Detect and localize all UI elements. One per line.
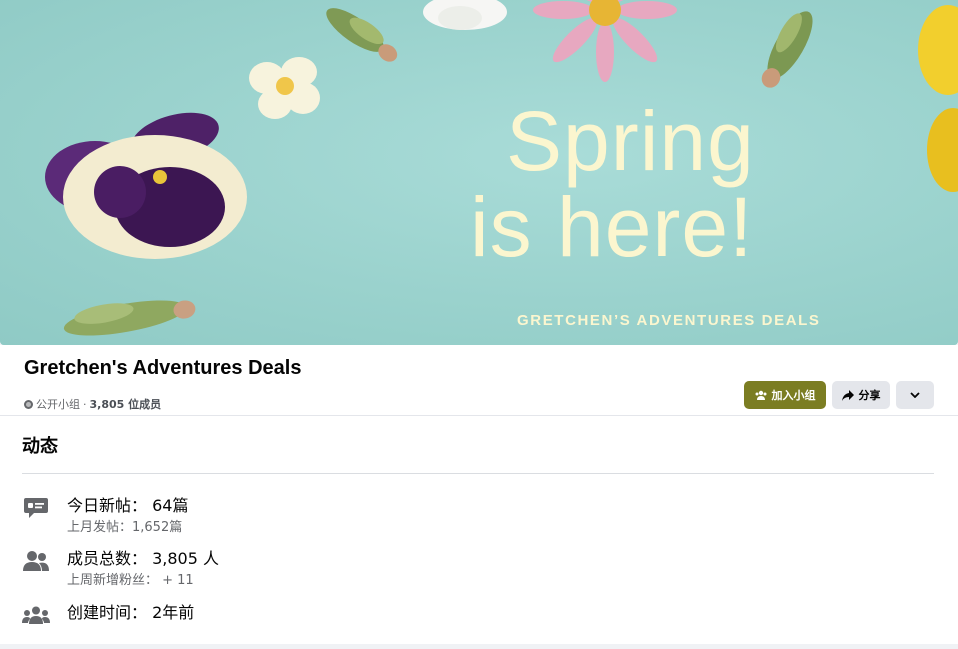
group-header: Gretchen's Adventures Deals 公开小组 · 3,805… (0, 345, 958, 415)
total-members: 成员总数： 3,805 人 (67, 549, 219, 568)
group-name[interactable]: Gretchen's Adventures Deals (24, 357, 301, 380)
privacy-label[interactable]: 公开小组 (36, 396, 80, 412)
cover-headline-line2: is here! (470, 180, 754, 274)
primrose-flower (249, 57, 320, 119)
posts-today: 今日新帖： 64篇 (67, 496, 189, 515)
cover-headline-line1: Spring (506, 94, 755, 188)
pink-daisy (533, 0, 677, 82)
created-time: 创建时间： 2年前 (67, 603, 195, 622)
meta-separator: · (83, 397, 87, 411)
globe-icon (24, 399, 33, 409)
share-arrow-icon (841, 389, 854, 401)
stat-total-members: 成员总数： 3,805 人 上周新增粉丝： + 11 (22, 549, 219, 589)
posts-last-month: 上月发帖：1,652篇 (67, 520, 183, 535)
share-button[interactable]: 分享 (832, 381, 890, 409)
join-group-label: 加入小组 (771, 389, 816, 402)
stat-posts-today: 今日新帖： 64篇 上月发帖：1,652篇 (22, 496, 188, 536)
green-bud-top (326, 8, 398, 62)
stat-created: 创建时间： 2年前 (22, 603, 194, 627)
new-followers-last-week: 上周新增粉丝： + 11 (67, 573, 194, 588)
pansy-flower (45, 112, 247, 259)
members-count[interactable]: 3,805 位成员 (90, 396, 162, 412)
activity-title: 动态 (22, 436, 58, 457)
members-icon (755, 390, 766, 400)
more-options-button[interactable] (896, 381, 934, 409)
share-label: 分享 (858, 389, 881, 402)
chevron-down-icon (910, 392, 920, 398)
group-meta: 公开小组 · 3,805 位成员 (24, 396, 161, 412)
activity-card: 动态 今日新帖： 64篇 上月发帖：1,652篇 成员总数： 3,805 人 上… (0, 415, 958, 644)
group-icon (22, 603, 50, 627)
cover-photo[interactable]: Spring is here! GRETCHEN’S ADVENTURES DE… (0, 0, 958, 345)
cover-subtitle: GRETCHEN’S ADVENTURES DEALS (517, 312, 821, 329)
green-bud-bottom (63, 300, 196, 336)
yellow-flower (918, 5, 958, 192)
members-icon (22, 549, 50, 573)
join-group-button[interactable]: 加入小组 (744, 381, 826, 409)
white-flower-top (423, 0, 507, 30)
chat-bubble-icon (22, 496, 50, 520)
cover-headline: Spring is here! (470, 98, 870, 270)
divider (22, 473, 934, 474)
green-bud-right (761, 11, 813, 88)
